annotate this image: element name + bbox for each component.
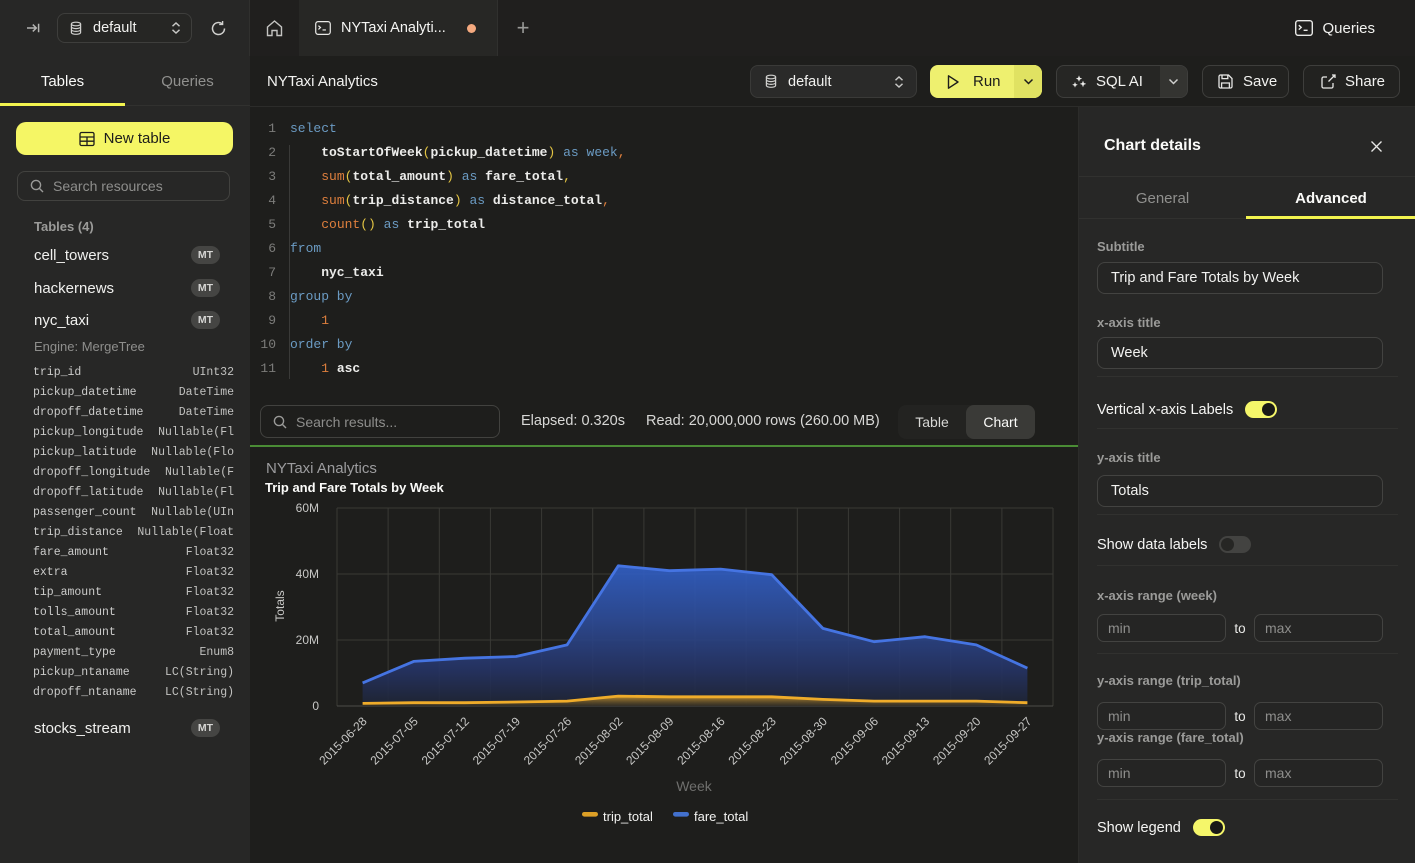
svg-text:2015-07-26: 2015-07-26: [521, 714, 575, 768]
svg-text:2015-09-20: 2015-09-20: [930, 714, 984, 768]
svg-text:2015-09-13: 2015-09-13: [879, 714, 933, 768]
svg-text:2015-07-12: 2015-07-12: [419, 714, 473, 768]
svg-text:60M: 60M: [296, 501, 319, 515]
svg-text:20M: 20M: [296, 633, 319, 647]
svg-text:2015-08-02: 2015-08-02: [572, 714, 626, 768]
svg-text:0: 0: [312, 699, 319, 713]
svg-text:40M: 40M: [296, 567, 319, 581]
svg-text:2015-08-23: 2015-08-23: [726, 714, 780, 768]
svg-text:2015-08-30: 2015-08-30: [777, 714, 831, 768]
svg-text:Totals: Totals: [273, 590, 287, 621]
svg-text:2015-08-16: 2015-08-16: [674, 714, 728, 768]
svg-text:Week: Week: [676, 778, 713, 794]
svg-text:trip_total: trip_total: [603, 809, 653, 824]
svg-text:2015-09-06: 2015-09-06: [828, 714, 882, 768]
svg-text:2015-06-28: 2015-06-28: [316, 714, 370, 768]
svg-text:fare_total: fare_total: [694, 809, 748, 824]
svg-text:2015-08-09: 2015-08-09: [623, 714, 677, 768]
svg-text:2015-09-27: 2015-09-27: [981, 714, 1035, 768]
svg-text:2015-07-19: 2015-07-19: [470, 714, 524, 768]
svg-text:2015-07-05: 2015-07-05: [368, 714, 422, 768]
